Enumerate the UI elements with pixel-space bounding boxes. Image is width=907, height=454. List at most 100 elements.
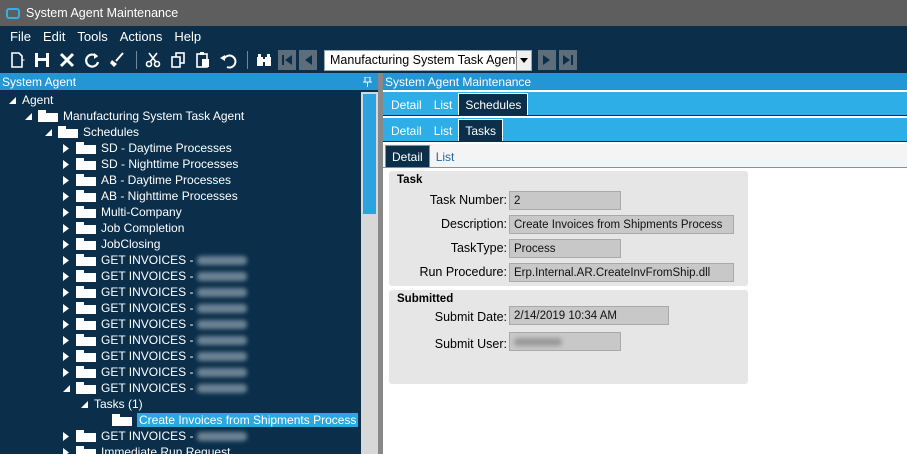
- submit-date-field[interactable]: 2/14/2019 10:34 AM: [509, 306, 669, 325]
- new-button[interactable]: [6, 49, 28, 71]
- collapsed-arrow-icon[interactable]: [60, 191, 72, 201]
- tree-node[interactable]: GET INVOICES -: [60, 252, 248, 268]
- description-label: Description:: [441, 217, 507, 231]
- scrollbar-thumb[interactable]: [363, 94, 376, 214]
- next-record-button[interactable]: [538, 50, 556, 70]
- clear-button[interactable]: [106, 49, 128, 71]
- submit-user-field[interactable]: [509, 332, 621, 351]
- collapsed-arrow-icon[interactable]: [60, 303, 72, 313]
- tab-tasks[interactable]: Tasks: [458, 119, 504, 141]
- tree-node-label: Agent: [22, 93, 54, 107]
- menu-file[interactable]: File: [4, 27, 37, 47]
- menu-edit[interactable]: Edit: [37, 27, 71, 47]
- title-bar: System Agent Maintenance: [0, 0, 907, 26]
- delete-button[interactable]: [56, 49, 78, 71]
- toolbar-separator: [136, 51, 137, 69]
- redacted-value: [514, 337, 562, 346]
- folder-icon: [76, 206, 96, 218]
- agent-selector[interactable]: Manufacturing System Task Agent: [324, 49, 532, 71]
- tab-schedule-list[interactable]: List: [428, 121, 459, 141]
- menu-help[interactable]: Help: [168, 27, 207, 47]
- redacted-text: [197, 303, 248, 313]
- save-icon: [35, 53, 49, 67]
- tree-node[interactable]: GET INVOICES -: [60, 364, 248, 380]
- tree-node[interactable]: Job Completion: [60, 220, 184, 236]
- collapsed-arrow-icon[interactable]: [60, 335, 72, 345]
- tree-node-label: GET INVOICES -: [101, 269, 194, 283]
- collapsed-arrow-icon[interactable]: [60, 367, 72, 377]
- search-button[interactable]: [253, 49, 275, 71]
- tree-node[interactable]: Agent: [6, 92, 53, 108]
- tab-agent-detail[interactable]: Detail: [385, 95, 428, 115]
- folder-icon: [76, 318, 96, 330]
- tree-node[interactable]: AB - Daytime Processes: [60, 172, 231, 188]
- collapsed-arrow-icon[interactable]: [60, 319, 72, 329]
- tree-node[interactable]: GET INVOICES -: [60, 332, 248, 348]
- tree-node[interactable]: Immediate Run Request: [60, 444, 230, 454]
- save-button[interactable]: [31, 49, 53, 71]
- collapsed-arrow-icon[interactable]: [60, 143, 72, 153]
- expanded-arrow-icon[interactable]: [6, 96, 18, 104]
- copy-button[interactable]: [167, 49, 189, 71]
- tree-leaf-item[interactable]: Create Invoices from Shipments Process: [96, 412, 359, 428]
- paste-button[interactable]: [192, 49, 214, 71]
- pin-icon[interactable]: [363, 76, 372, 87]
- expanded-arrow-icon[interactable]: [78, 400, 90, 408]
- last-record-button[interactable]: [559, 50, 577, 70]
- tree-node[interactable]: AB - Nighttime Processes: [60, 188, 238, 204]
- tree-node[interactable]: JobClosing: [60, 236, 160, 252]
- expanded-arrow-icon[interactable]: [60, 384, 72, 392]
- collapsed-arrow-icon[interactable]: [60, 223, 72, 233]
- tree-node-label: JobClosing: [101, 237, 161, 251]
- collapsed-arrow-icon[interactable]: [60, 175, 72, 185]
- collapsed-arrow-icon[interactable]: [60, 239, 72, 249]
- expanded-arrow-icon[interactable]: [42, 128, 54, 136]
- agent-tree-scrollbar[interactable]: [361, 92, 378, 454]
- expanded-arrow-icon[interactable]: [22, 112, 34, 120]
- tab-schedules[interactable]: Schedules: [458, 93, 529, 115]
- submitted-group-title: Submitted: [397, 293, 454, 305]
- tab-agent-list[interactable]: List: [428, 95, 459, 115]
- tab-task-list[interactable]: List: [430, 147, 461, 167]
- tree-node[interactable]: Schedules: [42, 124, 139, 140]
- undo-button[interactable]: [217, 49, 239, 71]
- collapsed-arrow-icon[interactable]: [60, 351, 72, 361]
- tree-node[interactable]: Manufacturing System Task Agent: [22, 108, 244, 124]
- tree-node[interactable]: Multi-Company: [60, 204, 182, 220]
- folder-icon: [76, 190, 96, 202]
- tree-node[interactable]: GET INVOICES -: [60, 284, 248, 300]
- tree-node[interactable]: Tasks (1): [78, 396, 143, 412]
- tab-schedule-detail[interactable]: Detail: [385, 121, 428, 141]
- app-window: System Agent Maintenance File Edit Tools…: [0, 0, 907, 454]
- refresh-icon: [85, 53, 100, 68]
- menu-tools[interactable]: Tools: [71, 27, 113, 47]
- task-type-field[interactable]: Process: [509, 239, 621, 258]
- tree-node[interactable]: GET INVOICES -: [60, 268, 248, 284]
- collapsed-arrow-icon[interactable]: [60, 271, 72, 281]
- previous-record-button[interactable]: [299, 50, 317, 70]
- refresh-button[interactable]: [81, 49, 103, 71]
- agent-selector-dropdown-button[interactable]: [516, 50, 531, 70]
- tree-node[interactable]: GET INVOICES -: [60, 316, 248, 332]
- collapsed-arrow-icon[interactable]: [60, 287, 72, 297]
- menu-actions[interactable]: Actions: [114, 27, 169, 47]
- tree-node[interactable]: SD - Nighttime Processes: [60, 156, 238, 172]
- tree-node[interactable]: GET INVOICES -: [60, 428, 248, 444]
- task-number-field[interactable]: 2: [509, 191, 621, 210]
- run-procedure-field[interactable]: Erp.Internal.AR.CreateInvFromShip.dll: [509, 263, 734, 282]
- tree-node[interactable]: SD - Daytime Processes: [60, 140, 232, 156]
- tree-node[interactable]: GET INVOICES -: [60, 348, 248, 364]
- tree-node-label: Multi-Company: [101, 205, 182, 219]
- description-field[interactable]: Create Invoices from Shipments Process: [509, 215, 734, 234]
- collapsed-arrow-icon[interactable]: [60, 447, 72, 454]
- tab-task-detail[interactable]: Detail: [385, 145, 430, 167]
- collapsed-arrow-icon[interactable]: [60, 207, 72, 217]
- tree-node[interactable]: GET INVOICES -: [60, 300, 248, 316]
- tree-node-label: Tasks (1): [94, 397, 143, 411]
- collapsed-arrow-icon[interactable]: [60, 255, 72, 265]
- collapsed-arrow-icon[interactable]: [60, 431, 72, 441]
- collapsed-arrow-icon[interactable]: [60, 159, 72, 169]
- cut-button[interactable]: [142, 49, 164, 71]
- tree-node[interactable]: GET INVOICES -: [60, 380, 248, 396]
- first-record-button[interactable]: [278, 50, 296, 70]
